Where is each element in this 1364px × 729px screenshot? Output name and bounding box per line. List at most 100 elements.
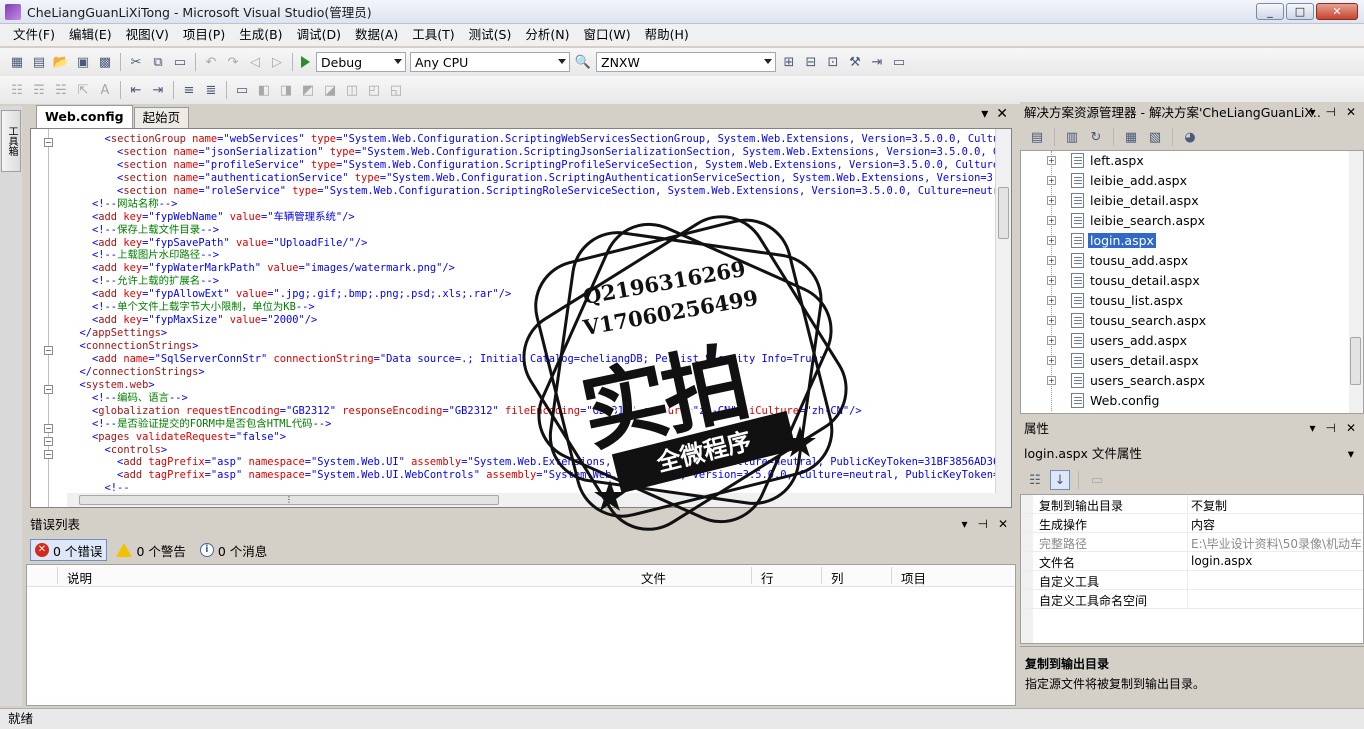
column-project[interactable]: 项目 [901, 568, 926, 587]
code-line[interactable]: <section name="roleService" type="System… [67, 185, 997, 198]
vertical-scrollbar[interactable] [995, 129, 1011, 507]
property-value[interactable]: login.aspx [1191, 554, 1361, 568]
menu-edit[interactable]: 编辑(E) [62, 24, 119, 46]
uncomment-icon[interactable]: ≣ [201, 80, 221, 100]
code-line[interactable]: <!--保存上载文件目录--> [67, 224, 997, 237]
code-line[interactable]: <!--允许上载的扩展名--> [67, 275, 997, 288]
property-row[interactable]: 完整路径 E:\毕业设计资料\50录像\机动车 [1021, 533, 1363, 552]
tree-item[interactable]: + leibie_search.aspx [1021, 211, 1341, 231]
expand-icon[interactable]: + [1047, 256, 1056, 265]
code-line[interactable]: <add key="fypWebName" value="车辆管理系统"/> [67, 211, 997, 224]
collapse-icon[interactable]: − [44, 424, 53, 433]
next-bookmark-in-document-icon[interactable]: ◰ [364, 80, 384, 100]
close-document-icon[interactable]: ✕ [996, 106, 1008, 122]
tab-start-page[interactable]: 起始页 [133, 107, 190, 128]
categorized-icon[interactable]: ☷ [1025, 470, 1045, 490]
property-row[interactable]: 复制到输出目录 不复制 [1021, 495, 1363, 514]
code-line[interactable]: <add key="fypWaterMarkPath" value="image… [67, 262, 997, 275]
previous-bookmark-in-document-icon[interactable]: ◫ [342, 80, 362, 100]
minimize-button[interactable]: _ [1256, 3, 1284, 20]
toolbox-icon[interactable]: ⚒ [845, 52, 865, 72]
code-line[interactable]: <add tagPrefix="asp" namespace="System.W… [67, 456, 997, 469]
menu-analyze[interactable]: 分析(N) [518, 24, 576, 46]
code-line[interactable]: <add key="fypMaxSize" value="2000"/> [67, 314, 997, 327]
active-files-dropdown-icon[interactable]: ▾ [981, 106, 988, 122]
errors-filter-button[interactable]: ✕ 0 个错误 [30, 539, 108, 561]
menu-file[interactable]: 文件(F) [6, 24, 62, 46]
scrollbar-thumb[interactable] [998, 187, 1009, 239]
property-pages-icon[interactable]: ▭ [1087, 470, 1107, 490]
tree-item[interactable]: + users_add.aspx [1021, 331, 1341, 351]
previous-bookmark-icon[interactable]: ◧ [254, 80, 274, 100]
collapse-icon[interactable]: − [44, 450, 53, 459]
refresh-icon[interactable]: ↻ [1086, 127, 1106, 147]
maximize-button[interactable]: □ [1286, 3, 1314, 20]
property-splitter[interactable] [1187, 571, 1188, 590]
navigate-forward-icon[interactable]: ▷ [267, 52, 287, 72]
column-line[interactable]: 行 [761, 568, 774, 587]
column-description[interactable]: 说明 [67, 568, 92, 587]
start-page-icon[interactable]: ⇥ [867, 52, 887, 72]
code-line[interactable]: <controls> [67, 444, 997, 457]
property-row[interactable]: 自定义工具命名空间 [1021, 590, 1363, 609]
menu-project[interactable]: 项目(P) [176, 24, 232, 46]
menu-debug[interactable]: 调试(D) [290, 24, 348, 46]
cut-icon[interactable]: ✂ [126, 52, 146, 72]
close-panel-icon[interactable]: ✕ [1346, 421, 1356, 435]
code-line[interactable]: <!--单个文件上载字节大小限制，单位为KB--> [67, 301, 997, 314]
auto-hide-pin-icon[interactable]: ⊣ [1325, 421, 1335, 435]
auto-hide-pin-icon[interactable]: ⊣ [1325, 105, 1335, 119]
new-project-icon[interactable]: ▦ [7, 52, 27, 72]
tree-item[interactable]: + tousu_search.aspx [1021, 311, 1341, 331]
menu-test[interactable]: 测试(S) [462, 24, 519, 46]
menu-build[interactable]: 生成(B) [232, 24, 289, 46]
warnings-filter-button[interactable]: 0 个警告 [111, 539, 190, 561]
expand-icon[interactable]: + [1047, 236, 1056, 245]
expand-icon[interactable]: + [1047, 316, 1056, 325]
property-value[interactable]: 内容 [1191, 516, 1361, 533]
property-splitter[interactable] [1187, 552, 1188, 571]
property-row[interactable]: 生成操作 内容 [1021, 514, 1363, 533]
property-value[interactable]: E:\毕业设计资料\50录像\机动车 [1191, 535, 1361, 552]
alphabetical-icon[interactable]: ↓ [1050, 470, 1070, 490]
object-browser-icon[interactable]: ⊡ [823, 52, 843, 72]
tab-web-config[interactable]: Web.config [36, 105, 133, 128]
save-icon[interactable]: ▣ [73, 52, 93, 72]
complete-word-icon[interactable]: A [95, 80, 115, 100]
view-code-icon[interactable]: ▦ [1121, 127, 1141, 147]
menu-view[interactable]: 视图(V) [119, 24, 176, 46]
tree-item[interactable]: + tousu_add.aspx [1021, 251, 1341, 271]
open-file-icon[interactable]: 📂 [51, 52, 71, 72]
menu-data[interactable]: 数据(A) [348, 24, 405, 46]
code-editor[interactable]: − − − − − − <sectionGroup name="webServi… [30, 128, 1012, 508]
solution-explorer-icon[interactable]: ⊞ [779, 52, 799, 72]
toolbox-tab[interactable]: 工具箱 [1, 110, 21, 172]
tree-item[interactable]: + leibie_detail.aspx [1021, 191, 1341, 211]
expand-icon[interactable]: + [1047, 216, 1056, 225]
comment-out-icon[interactable]: ≡ [179, 80, 199, 100]
tree-item[interactable]: Web.config [1021, 391, 1341, 411]
menu-help[interactable]: 帮助(H) [638, 24, 696, 46]
find-combo[interactable]: ZNXW [596, 52, 776, 72]
window-position-icon[interactable]: ▾ [961, 517, 967, 531]
display-word-completion-icon[interactable]: ⇱ [73, 80, 93, 100]
code-line[interactable]: <section name="profileService" type="Sys… [67, 159, 997, 172]
tree-item[interactable]: + tousu_detail.aspx [1021, 271, 1341, 291]
window-position-icon[interactable]: ▾ [1309, 105, 1315, 119]
messages-filter-button[interactable]: i 0 个消息 [195, 539, 272, 561]
property-splitter[interactable] [1187, 514, 1188, 533]
save-all-icon[interactable]: ▩ [95, 52, 115, 72]
next-bookmark-icon[interactable]: ◨ [276, 80, 296, 100]
code-line[interactable]: <section name="jsonSerialization" type="… [67, 146, 997, 159]
code-line[interactable]: <sectionGroup name="webServices" type="S… [67, 133, 997, 146]
previous-bookmark-in-folder-icon[interactable]: ◩ [298, 80, 318, 100]
code-line[interactable]: <add tagPrefix="asp" namespace="System.W… [67, 469, 997, 482]
find-in-files-icon[interactable]: 🔍 [573, 52, 593, 72]
vertical-scrollbar[interactable] [1349, 151, 1363, 413]
tree-item[interactable]: + tousu_list.aspx [1021, 291, 1341, 311]
code-text[interactable]: <sectionGroup name="webServices" type="S… [67, 133, 997, 495]
expand-icon[interactable]: + [1047, 336, 1056, 345]
tree-item[interactable]: + left.aspx [1021, 151, 1341, 171]
tree-item[interactable]: + login.aspx [1021, 231, 1341, 251]
add-item-icon[interactable]: ▤ [29, 52, 49, 72]
